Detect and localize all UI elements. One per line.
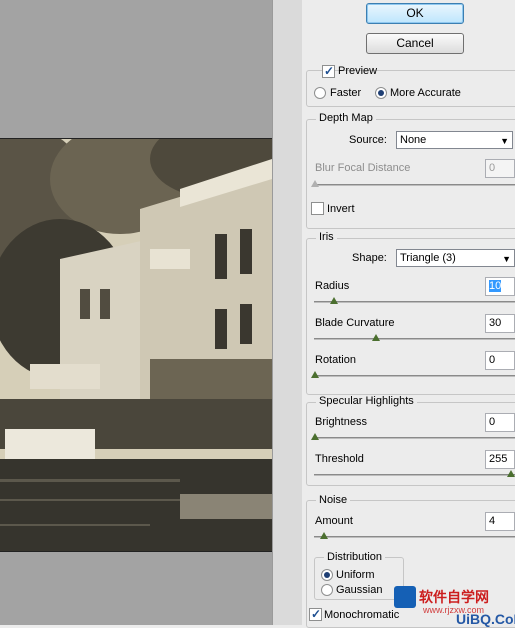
- iris-title: Iris: [316, 231, 337, 243]
- watermark-logo-icon: [394, 586, 416, 608]
- chevron-down-icon: ▼: [500, 136, 509, 146]
- ok-button[interactable]: OK: [366, 3, 464, 24]
- gaussian-radio[interactable]: [321, 584, 333, 596]
- blade-curvature-slider-thumb[interactable]: [372, 334, 380, 341]
- brightness-slider[interactable]: [314, 437, 515, 439]
- blade-curvature-input[interactable]: 30: [485, 314, 515, 333]
- amount-slider[interactable]: [314, 536, 515, 538]
- cancel-button[interactable]: Cancel: [366, 33, 464, 54]
- specular-title: Specular Highlights: [316, 395, 417, 407]
- brightness-slider-thumb[interactable]: [311, 433, 319, 440]
- lens-blur-panel: OK Cancel Preview Faster More Accurate D…: [302, 0, 515, 628]
- preview-label: Preview: [338, 65, 378, 77]
- rotation-slider-thumb[interactable]: [311, 371, 319, 378]
- amount-input[interactable]: 4: [485, 512, 515, 531]
- faster-radio[interactable]: [314, 87, 326, 99]
- uniform-label: Uniform: [336, 569, 375, 581]
- distribution-title: Distribution: [324, 551, 386, 563]
- threshold-input[interactable]: 255: [485, 450, 515, 469]
- more-accurate-label: More Accurate: [390, 87, 461, 99]
- blur-focal-slider[interactable]: [314, 184, 515, 186]
- threshold-label: Threshold: [315, 453, 364, 465]
- more-accurate-radio[interactable]: [375, 87, 387, 99]
- radius-label: Radius: [315, 280, 350, 292]
- brightness-input[interactable]: 0: [485, 413, 515, 432]
- radius-value: 10: [489, 280, 502, 292]
- preview-checkbox[interactable]: [322, 64, 335, 78]
- threshold-slider-thumb[interactable]: [507, 470, 515, 477]
- chevron-down-icon: ▼: [502, 254, 511, 264]
- rotation-input[interactable]: 0: [485, 351, 515, 370]
- preview-photo: [0, 138, 272, 552]
- source-dropdown[interactable]: None ▼: [396, 131, 513, 149]
- amount-label: Amount: [315, 515, 353, 527]
- site-watermark: 软件自学网 www.rjzxw.com UiBQ.CoM: [388, 584, 515, 627]
- rotation-slider[interactable]: [314, 375, 515, 377]
- shape-value: Triangle (3): [400, 252, 456, 264]
- blade-curvature-slider[interactable]: [314, 338, 515, 340]
- invert-checkbox[interactable]: [311, 202, 324, 215]
- source-value: None: [400, 134, 427, 146]
- brightness-label: Brightness: [315, 416, 367, 428]
- uniform-radio[interactable]: [321, 569, 333, 581]
- amount-slider-thumb[interactable]: [320, 532, 328, 539]
- watermark-brand: 软件自学网: [419, 589, 489, 605]
- source-label: Source:: [349, 134, 387, 146]
- gaussian-label: Gaussian: [336, 584, 383, 596]
- depth-map-title: Depth Map: [316, 112, 376, 124]
- sepia-house-photo: [0, 139, 272, 551]
- monochromatic-checkbox[interactable]: [309, 607, 322, 621]
- rotation-label: Rotation: [315, 354, 356, 366]
- radius-input[interactable]: 10: [485, 277, 515, 296]
- noise-title: Noise: [316, 494, 351, 506]
- radius-slider-thumb[interactable]: [330, 297, 338, 304]
- blade-curvature-label: Blade Curvature: [315, 317, 395, 329]
- shape-label: Shape:: [352, 252, 387, 264]
- panel-divider: [272, 0, 302, 625]
- blur-focal-label: Blur Focal Distance: [315, 162, 411, 174]
- invert-label: Invert: [327, 203, 355, 215]
- blur-focal-slider-thumb[interactable]: [311, 180, 319, 187]
- canvas-area: [0, 0, 272, 625]
- blur-focal-input[interactable]: 0: [485, 159, 515, 178]
- faster-label: Faster: [330, 87, 362, 99]
- radius-slider[interactable]: [314, 301, 515, 303]
- shape-dropdown[interactable]: Triangle (3) ▼: [396, 249, 515, 267]
- threshold-slider[interactable]: [314, 474, 515, 476]
